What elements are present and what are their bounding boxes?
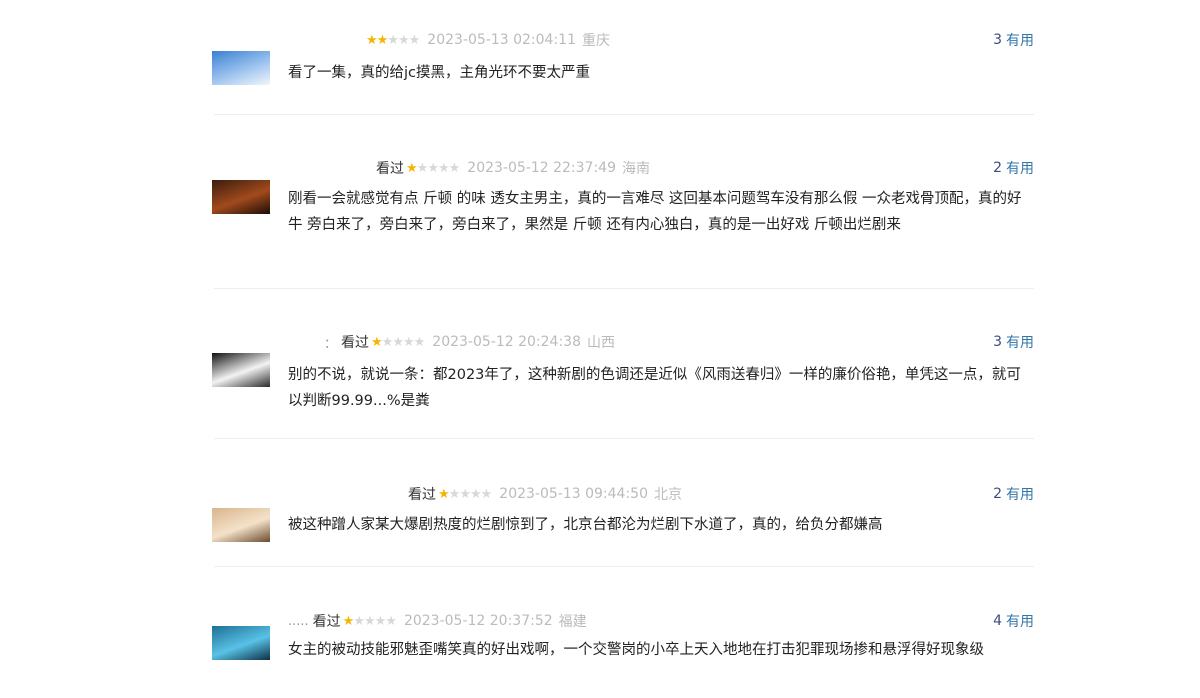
comment-meta: ★★★★★ 2023-05-13 02:04:11 重庆	[362, 30, 610, 50]
star-empty-icon: ★	[397, 32, 410, 48]
rating-stars: ★★★★★	[366, 32, 421, 48]
comment-time: 2023-05-13 09:44:50	[499, 486, 648, 502]
comment-text: 刚看一会就感觉有点 斤顿 的味 透女主男主，真的一言难尽 这回基本问题驾车没有那…	[288, 191, 1022, 233]
avatar-image	[212, 180, 270, 214]
username[interactable]: ：	[324, 333, 337, 352]
star-empty-icon: ★	[416, 160, 429, 176]
avatar-image	[212, 626, 270, 660]
useful-button[interactable]: 有用	[1006, 30, 1034, 50]
rating-stars: ★★★★★	[406, 160, 461, 176]
star-filled-icon: ★	[438, 486, 450, 502]
star-empty-icon: ★	[408, 32, 421, 48]
comment-time: 2023-05-12 20:24:38	[432, 334, 581, 350]
star-empty-icon: ★	[413, 334, 426, 350]
star-filled-icon: ★	[342, 613, 355, 629]
star-empty-icon: ★	[353, 613, 365, 629]
star-empty-icon: ★	[469, 486, 482, 502]
watch-status: 看过	[376, 161, 404, 177]
useful-vote[interactable]: 4 有用	[993, 611, 1034, 631]
star-empty-icon: ★	[363, 613, 376, 629]
useful-button[interactable]: 有用	[1006, 158, 1034, 178]
star-empty-icon: ★	[402, 334, 415, 350]
avatar[interactable]	[212, 626, 270, 660]
avatar[interactable]	[212, 51, 270, 85]
star-filled-icon: ★	[406, 160, 418, 176]
avatar-image	[212, 353, 270, 387]
star-filled-icon: ★	[366, 32, 378, 48]
avatar-image	[212, 51, 270, 85]
star-filled-icon: ★	[376, 32, 389, 48]
star-empty-icon: ★	[374, 613, 387, 629]
divider	[214, 114, 1034, 115]
star-empty-icon: ★	[448, 486, 461, 502]
useful-count: 3	[993, 32, 1002, 48]
useful-count: 4	[993, 613, 1002, 629]
comment-time: 2023-05-12 22:37:49	[467, 160, 616, 176]
comment-location: 福建	[558, 614, 587, 630]
star-empty-icon: ★	[392, 334, 404, 350]
watch-status: 看过	[312, 614, 341, 630]
watch-status: 看过	[341, 335, 370, 351]
useful-vote[interactable]: 3 有用	[993, 332, 1034, 352]
divider	[214, 288, 1034, 289]
star-empty-icon: ★	[381, 334, 394, 350]
star-empty-icon: ★	[459, 486, 471, 502]
star-empty-icon: ★	[427, 160, 439, 176]
rating-stars: ★★★★★	[342, 613, 397, 629]
comment-text: 女主的被动技能邪魅歪嘴笑真的好出戏啊，一个交警岗的小卒上天入地地在打击犯罪现场掺…	[288, 642, 984, 658]
comment-text: 被这种蹭人家某大爆剧热度的烂剧惊到了，北京台都沦为烂剧下水道了，真的，给负分都嫌…	[288, 517, 883, 533]
useful-button[interactable]: 有用	[1006, 484, 1034, 504]
star-empty-icon: ★	[480, 486, 493, 502]
avatar[interactable]	[212, 180, 270, 214]
comment-meta: ..... 看过 ★★★★★ 2023-05-12 20:37:52 福建	[288, 611, 587, 631]
comment-text: 看了一集，真的给jc摸黑，主角光环不要太严重	[288, 65, 590, 81]
rating-stars: ★★★★★	[371, 334, 426, 350]
comment-location: 海南	[621, 161, 650, 177]
comment-location: 重庆	[581, 33, 610, 49]
comment-meta: 看过 ★★★★★ 2023-05-12 22:37:49 海南	[372, 158, 650, 178]
avatar[interactable]	[212, 353, 270, 387]
comment-meta: 看过 ★★★★★ 2023-05-13 09:44:50 北京	[404, 484, 682, 504]
comment-time: 2023-05-13 02:04:11	[427, 32, 576, 48]
useful-button[interactable]: 有用	[1006, 611, 1034, 631]
useful-vote[interactable]: 2 有用	[993, 158, 1034, 178]
divider	[214, 566, 1034, 567]
star-filled-icon: ★	[371, 334, 383, 350]
star-empty-icon: ★	[385, 613, 397, 629]
watch-status: 看过	[408, 487, 436, 503]
comment-time: 2023-05-12 20:37:52	[403, 613, 553, 629]
useful-button[interactable]: 有用	[1006, 332, 1034, 352]
useful-count: 2	[993, 160, 1002, 176]
username[interactable]: .....	[288, 614, 309, 629]
comment-text: 别的不说，就说一条：都2023年了，这种新剧的色调还是近似《风雨送春归》一样的廉…	[288, 367, 1021, 409]
comment-location: 山西	[587, 335, 615, 351]
rating-stars: ★★★★★	[438, 486, 493, 502]
star-empty-icon: ★	[437, 160, 450, 176]
avatar-image	[212, 508, 270, 542]
avatar[interactable]	[212, 508, 270, 542]
comment-meta: ： 看过 ★★★★★ 2023-05-12 20:24:38 山西	[324, 332, 615, 352]
useful-count: 3	[993, 334, 1002, 350]
star-empty-icon: ★	[448, 160, 461, 176]
useful-count: 2	[993, 486, 1002, 502]
useful-vote[interactable]: 3 有用	[993, 30, 1034, 50]
useful-vote[interactable]: 2 有用	[993, 484, 1034, 504]
divider	[214, 438, 1034, 439]
star-empty-icon: ★	[387, 32, 399, 48]
comment-location: 北京	[653, 487, 682, 503]
